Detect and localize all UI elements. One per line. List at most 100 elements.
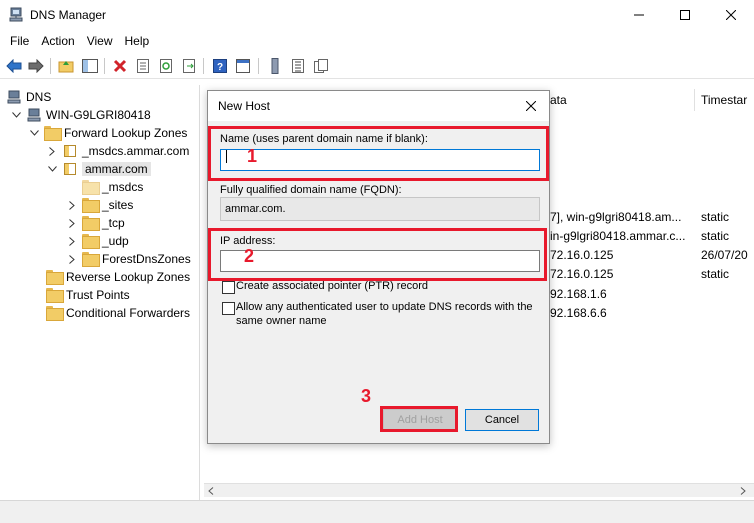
tree-node-label: Forward Lookup Zones bbox=[64, 126, 188, 140]
zone-icon bbox=[64, 145, 76, 157]
tree-node-label: _tcp bbox=[102, 216, 125, 230]
tree-node-label: Trust Points bbox=[66, 288, 130, 302]
server-button[interactable] bbox=[266, 57, 284, 75]
svg-text:?: ? bbox=[217, 62, 223, 73]
chevron-right-icon[interactable] bbox=[66, 232, 78, 250]
tree-node-reverse-lookup-zones[interactable]: Reverse Lookup Zones bbox=[46, 268, 190, 286]
close-icon bbox=[526, 101, 536, 111]
help-button[interactable]: ? bbox=[211, 57, 229, 75]
tree-node-label: DNS bbox=[26, 90, 52, 104]
tree-node-label: _udp bbox=[102, 234, 129, 248]
dialog-close-button[interactable] bbox=[522, 97, 540, 115]
tree-node-conditional-forwarders[interactable]: Conditional Forwarders bbox=[46, 304, 190, 322]
toolbar-separator bbox=[203, 58, 204, 74]
maximize-icon bbox=[680, 10, 690, 20]
chevron-down-icon[interactable] bbox=[46, 160, 58, 178]
zone-icon bbox=[64, 163, 76, 175]
folder-icon bbox=[46, 270, 64, 285]
export-list-button[interactable] bbox=[180, 57, 198, 75]
tree-node-forward-lookup-zones[interactable]: Forward Lookup Zones bbox=[28, 124, 187, 142]
properties-icon bbox=[137, 59, 149, 73]
cancel-button[interactable]: Cancel bbox=[465, 409, 539, 431]
fqdn-label: Fully qualified domain name (FQDN): bbox=[220, 184, 402, 196]
back-button[interactable] bbox=[5, 57, 23, 75]
refresh-icon bbox=[160, 59, 172, 73]
forward-button[interactable] bbox=[27, 57, 45, 75]
record-data-cell[interactable]: 72.16.0.125 bbox=[550, 248, 613, 262]
authenticated-update-label-line2: same owner name bbox=[236, 315, 327, 327]
delete-button[interactable] bbox=[111, 57, 129, 75]
chevron-down-icon[interactable] bbox=[28, 124, 40, 142]
tree-node-dns[interactable]: DNS bbox=[6, 88, 51, 106]
toolbar-separator bbox=[258, 58, 259, 74]
chevron-right-icon[interactable] bbox=[46, 142, 58, 160]
chevron-right-icon[interactable] bbox=[66, 250, 78, 268]
title-bar: DNS Manager bbox=[0, 0, 754, 30]
folder-icon bbox=[46, 288, 64, 303]
folder-icon bbox=[82, 252, 100, 267]
show-console-tree-button[interactable] bbox=[81, 57, 99, 75]
record-timestamp-cell[interactable]: static bbox=[701, 210, 729, 224]
toolbar: ? bbox=[0, 53, 754, 79]
tree-node-label: Conditional Forwarders bbox=[66, 306, 191, 320]
tree-node-label: _msdcs bbox=[102, 180, 144, 194]
tree-node-server[interactable]: WIN-G9LGRI80418 bbox=[10, 106, 151, 124]
server-icon bbox=[271, 58, 279, 74]
record-timestamp-cell[interactable]: static bbox=[701, 229, 729, 243]
chevron-down-icon[interactable] bbox=[10, 106, 22, 124]
annotation-box-add-host bbox=[380, 406, 458, 432]
authenticated-update-checkbox[interactable] bbox=[222, 302, 235, 315]
column-divider[interactable] bbox=[694, 89, 695, 111]
column-header-timestamp[interactable]: Timestar bbox=[701, 93, 747, 107]
tree-node-label: _msdcs.ammar.com bbox=[82, 144, 190, 158]
view-panel-icon bbox=[236, 59, 250, 73]
record-timestamp-cell[interactable]: static bbox=[701, 267, 729, 281]
record-data-cell[interactable]: 7], win-g9lgri80418.am... bbox=[550, 210, 681, 224]
record-timestamp-cell[interactable]: 26/07/20 bbox=[701, 248, 748, 262]
tree-node-forestdnszones[interactable]: ForestDnsZones bbox=[66, 250, 191, 268]
tree-node-msdcs[interactable]: _msdcs bbox=[82, 178, 143, 196]
back-arrow-icon bbox=[6, 59, 22, 73]
minimize-button[interactable] bbox=[616, 0, 662, 30]
fqdn-field: ammar.com. bbox=[220, 197, 540, 221]
tree-node-ammar-zone[interactable]: ammar.com bbox=[46, 160, 151, 178]
dns-manager-icon bbox=[9, 7, 23, 22]
up-folder-icon bbox=[58, 61, 74, 73]
record-data-cell[interactable]: 92.168.1.6 bbox=[550, 287, 607, 301]
view-button[interactable] bbox=[234, 57, 252, 75]
toolbar-separator bbox=[50, 58, 51, 74]
tree-node-label: WIN-G9LGRI80418 bbox=[46, 108, 151, 122]
menu-file[interactable]: File bbox=[4, 30, 35, 52]
record-data-cell[interactable]: 92.168.6.6 bbox=[550, 306, 607, 320]
folder-icon bbox=[44, 126, 62, 141]
horizontal-scrollbar[interactable] bbox=[204, 483, 754, 497]
record-data-cell[interactable]: 72.16.0.125 bbox=[550, 267, 613, 281]
tree-node-udp[interactable]: _udp bbox=[66, 232, 129, 250]
folder-icon bbox=[82, 234, 100, 249]
copy-records-button[interactable] bbox=[312, 57, 330, 75]
tree-node-label: ForestDnsZones bbox=[102, 252, 191, 266]
close-window-button[interactable] bbox=[708, 0, 754, 30]
chevron-right-icon[interactable] bbox=[66, 196, 78, 214]
properties-button[interactable] bbox=[134, 57, 152, 75]
menu-action[interactable]: Action bbox=[35, 30, 80, 52]
tree-node-tcp[interactable]: _tcp bbox=[66, 214, 125, 232]
console-tree: DNS WIN-G9LGRI80418 Forward Lookup Zones… bbox=[0, 85, 200, 505]
refresh-button[interactable] bbox=[157, 57, 175, 75]
menu-bar: File Action View Help bbox=[0, 30, 754, 52]
up-folder-button[interactable] bbox=[57, 57, 75, 75]
ptr-record-label: Create associated pointer (PTR) record bbox=[236, 280, 428, 292]
record-data-cell[interactable]: in-g9lgri80418.ammar.c... bbox=[550, 229, 685, 243]
chevron-right-icon[interactable] bbox=[66, 214, 78, 232]
tree-node-msdcs-zone[interactable]: _msdcs.ammar.com bbox=[46, 142, 189, 160]
record-list-button[interactable] bbox=[289, 57, 307, 75]
column-header-data[interactable]: ata bbox=[550, 93, 567, 107]
menu-view[interactable]: View bbox=[81, 30, 119, 52]
scroll-right-icon[interactable] bbox=[740, 487, 746, 495]
tree-node-trust-points[interactable]: Trust Points bbox=[46, 286, 130, 304]
maximize-button[interactable] bbox=[662, 0, 708, 30]
ptr-record-checkbox[interactable] bbox=[222, 281, 235, 294]
scroll-left-icon[interactable] bbox=[208, 487, 214, 495]
menu-help[interactable]: Help bbox=[119, 30, 156, 52]
tree-node-sites[interactable]: _sites bbox=[66, 196, 133, 214]
